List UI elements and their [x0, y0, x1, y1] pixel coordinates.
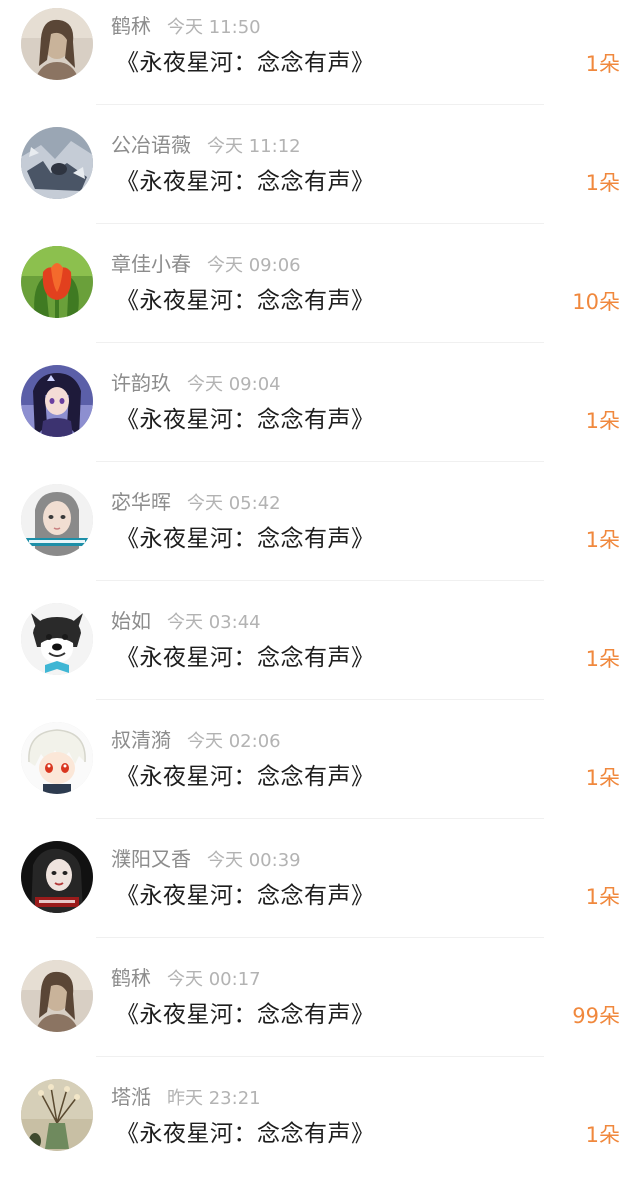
list-item[interactable]: 塔湉 昨天 23:21 《永夜星河：念念有声》 1朵	[0, 1071, 640, 1190]
book-title[interactable]: 《永夜星河：念念有声》	[116, 48, 375, 78]
avatar[interactable]	[21, 127, 93, 199]
user-name[interactable]: 许韵玖 今天 09:04	[111, 371, 281, 397]
timestamp: 今天 00:17	[167, 969, 261, 990]
girl-sepia-avatar-icon	[21, 960, 93, 1032]
flower-count: 1朵	[585, 409, 620, 433]
avatar[interactable]	[21, 722, 93, 794]
user-name-text[interactable]: 叔清漪	[111, 728, 171, 752]
user-name-text[interactable]: 公冶语薇	[111, 133, 191, 157]
user-name[interactable]: 宓华晖 今天 05:42	[111, 490, 281, 516]
husky-dog-avatar-icon	[21, 603, 93, 675]
divider	[96, 104, 544, 105]
user-name-text[interactable]: 许韵玖	[111, 371, 171, 395]
user-name-text[interactable]: 濮阳又香	[111, 847, 191, 871]
timestamp: 今天 11:50	[167, 17, 261, 38]
dark-portrait-avatar-icon	[21, 841, 93, 913]
book-title[interactable]: 《永夜星河：念念有声》	[116, 167, 375, 197]
list-item[interactable]: 鹤秫 今天 11:50 《永夜星河：念念有声》 1朵	[0, 0, 640, 119]
timestamp: 今天 11:12	[207, 136, 301, 157]
book-title[interactable]: 《永夜星河：念念有声》	[116, 286, 375, 316]
timestamp: 今天 03:44	[167, 612, 261, 633]
flower-count: 10朵	[572, 290, 620, 314]
user-name-text[interactable]: 始如	[111, 609, 151, 633]
flower-count: 1朵	[585, 647, 620, 671]
divider	[96, 342, 544, 343]
avatar[interactable]	[21, 1079, 93, 1151]
flower-count: 1朵	[585, 766, 620, 790]
book-title[interactable]: 《永夜星河：念念有声》	[116, 1000, 375, 1030]
girl-portrait-avatar-icon	[21, 484, 93, 556]
flower-count: 1朵	[585, 528, 620, 552]
book-title[interactable]: 《永夜星河：念念有声》	[116, 405, 375, 435]
user-name[interactable]: 濮阳又香 今天 00:39	[111, 847, 301, 873]
girl-sepia-avatar-icon	[21, 8, 93, 80]
avatar[interactable]	[21, 603, 93, 675]
divider	[96, 699, 544, 700]
avatar[interactable]	[21, 365, 93, 437]
user-name-text[interactable]: 塔湉	[111, 1085, 151, 1109]
divider	[96, 223, 544, 224]
avatar[interactable]	[21, 841, 93, 913]
timestamp: 今天 00:39	[207, 850, 301, 871]
user-name-text[interactable]: 鹤秫	[111, 966, 151, 990]
user-name-text[interactable]: 章佳小春	[111, 252, 191, 276]
user-name-text[interactable]: 宓华晖	[111, 490, 171, 514]
user-name[interactable]: 鹤秫 今天 11:50	[111, 14, 261, 40]
divider	[96, 818, 544, 819]
user-name[interactable]: 叔清漪 今天 02:06	[111, 728, 281, 754]
silver-photo-avatar-icon	[21, 127, 93, 199]
timestamp: 今天 09:06	[207, 255, 301, 276]
user-name[interactable]: 公冶语薇 今天 11:12	[111, 133, 301, 159]
list-item[interactable]: 始如 今天 03:44 《永夜星河：念念有声》 1朵	[0, 595, 640, 714]
user-name[interactable]: 鹤秫 今天 00:17	[111, 966, 261, 992]
anime-boy-avatar-icon	[21, 722, 93, 794]
flower-count: 1朵	[585, 171, 620, 195]
avatar[interactable]	[21, 960, 93, 1032]
flower-count: 1朵	[585, 885, 620, 909]
divider	[96, 580, 544, 581]
list-item[interactable]: 章佳小春 今天 09:06 《永夜星河：念念有声》 10朵	[0, 238, 640, 357]
list-item[interactable]: 鹤秫 今天 00:17 《永夜星河：念念有声》 99朵	[0, 952, 640, 1071]
book-title[interactable]: 《永夜星河：念念有声》	[116, 643, 375, 673]
avatar[interactable]	[21, 246, 93, 318]
list-item[interactable]: 许韵玖 今天 09:04 《永夜星河：念念有声》 1朵	[0, 357, 640, 476]
list-item[interactable]: 公冶语薇 今天 11:12 《永夜星河：念念有声》 1朵	[0, 119, 640, 238]
divider	[96, 1056, 544, 1057]
timestamp: 今天 02:06	[187, 731, 281, 752]
flower-count: 99朵	[572, 1004, 620, 1028]
user-name[interactable]: 塔湉 昨天 23:21	[111, 1085, 261, 1111]
list-item[interactable]: 宓华晖 今天 05:42 《永夜星河：念念有声》 1朵	[0, 476, 640, 595]
timestamp: 昨天 23:21	[167, 1088, 261, 1109]
book-title[interactable]: 《永夜星河：念念有声》	[116, 1119, 375, 1149]
flower-count: 1朵	[585, 1123, 620, 1147]
user-name-text[interactable]: 鹤秫	[111, 14, 151, 38]
timestamp: 今天 09:04	[187, 374, 281, 395]
user-name[interactable]: 章佳小春 今天 09:06	[111, 252, 301, 278]
anime-girl-avatar-icon	[21, 365, 93, 437]
list-item[interactable]: 濮阳又香 今天 00:39 《永夜星河：念念有声》 1朵	[0, 833, 640, 952]
book-title[interactable]: 《永夜星河：念念有声》	[116, 881, 375, 911]
tulip-avatar-icon	[21, 246, 93, 318]
book-title[interactable]: 《永夜星河：念念有声》	[116, 524, 375, 554]
list-item[interactable]: 叔清漪 今天 02:06 《永夜星河：念念有声》 1朵	[0, 714, 640, 833]
divider	[96, 937, 544, 938]
user-name[interactable]: 始如 今天 03:44	[111, 609, 261, 635]
avatar[interactable]	[21, 484, 93, 556]
flower-vase-avatar-icon	[21, 1079, 93, 1151]
book-title[interactable]: 《永夜星河：念念有声》	[116, 762, 375, 792]
avatar[interactable]	[21, 8, 93, 80]
flower-count: 1朵	[585, 52, 620, 76]
divider	[96, 461, 544, 462]
timestamp: 今天 05:42	[187, 493, 281, 514]
